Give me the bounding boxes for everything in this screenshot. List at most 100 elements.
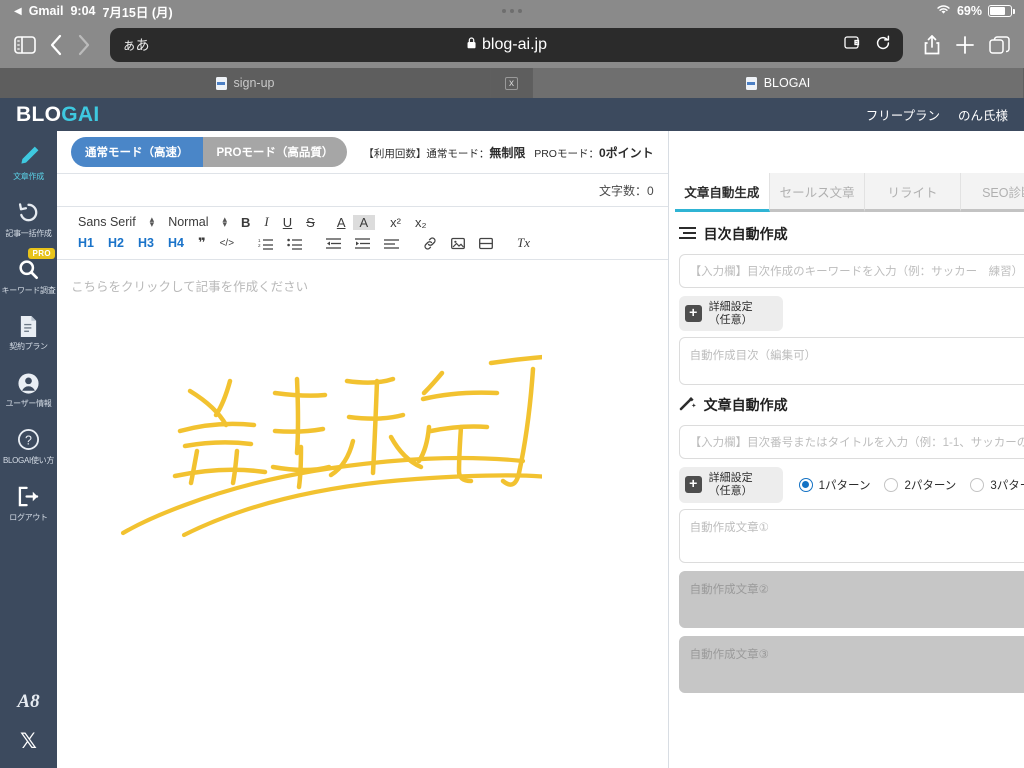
- back-chevron-icon[interactable]: [50, 34, 63, 56]
- toc-title-label: 目次自動作成: [703, 226, 788, 242]
- outdent-icon[interactable]: [319, 237, 348, 250]
- highlight-color-button[interactable]: A: [352, 214, 376, 230]
- superscript-button[interactable]: x²: [383, 215, 408, 230]
- italic-button[interactable]: I: [257, 214, 275, 230]
- clear-format-button[interactable]: Tx: [510, 235, 537, 251]
- back-to-app-arrow-icon[interactable]: ◀: [14, 6, 22, 17]
- tab-bunsho-jidou-seisei[interactable]: 文章自動生成: [674, 173, 770, 212]
- sidebar-item-kiji-ikkatsu[interactable]: 記事一括作成: [0, 200, 57, 239]
- font-family-select[interactable]: Sans Serif: [71, 215, 143, 229]
- toc-keyword-field[interactable]: 【入力欄】目次作成のキーワードを入力（例：サッカー 練習） 目次作成: [678, 254, 1024, 288]
- subscript-button[interactable]: x₂: [408, 215, 434, 230]
- tabs-overview-icon[interactable]: [989, 35, 1010, 55]
- toc-advanced-settings-button[interactable]: + 詳細設定（任意）: [678, 296, 783, 332]
- ordered-list-icon[interactable]: 12: [251, 237, 280, 250]
- browser-tab-signup[interactable]: sign-up: [0, 68, 491, 98]
- plus-icon[interactable]: [955, 35, 975, 55]
- share-icon[interactable]: [923, 34, 941, 56]
- article-output-2-textarea: 自動作成文章②: [678, 570, 1024, 628]
- font-family-chevron-icon[interactable]: ▴ ▾: [143, 215, 162, 229]
- sidebar-item-user-joho[interactable]: ユーザー情報: [0, 370, 57, 409]
- video-icon[interactable]: [472, 237, 500, 250]
- url-display: blog-ai.jp: [466, 36, 547, 54]
- font-size-chevron-icon[interactable]: ▴ ▾: [216, 215, 235, 229]
- forward-chevron-icon[interactable]: [77, 34, 90, 56]
- sidebar-item-keyword-chousa[interactable]: PRO キーワード調査: [0, 247, 57, 296]
- app-logo[interactable]: BLOGAI: [16, 103, 99, 127]
- bullet-list-icon[interactable]: [280, 237, 309, 250]
- back-to-app-label[interactable]: Gmail: [29, 4, 64, 18]
- strikethrough-button[interactable]: S: [299, 215, 322, 230]
- mode-normal-button[interactable]: 通常モード（高速）: [71, 137, 203, 167]
- heading-3-button[interactable]: H3: [131, 236, 161, 250]
- article-title-input[interactable]: 【入力欄】目次番号またはタイトルを入力（例：1-1、サッカーの練習方法: [690, 434, 1024, 450]
- heading-1-button[interactable]: H1: [71, 236, 101, 250]
- reload-icon[interactable]: [875, 35, 891, 56]
- char-count-label: 文字数：0: [598, 183, 654, 198]
- article-title-field[interactable]: 【入力欄】目次番号またはタイトルを入力（例：1-1、サッカーの練習方法 文章作成: [678, 425, 1024, 460]
- sidebar-item-bunsho-sakusei[interactable]: 文章作成: [0, 143, 57, 182]
- text-color-button[interactable]: A: [330, 215, 353, 230]
- logo-part-blo: BLO: [16, 102, 62, 126]
- article-output-1-textarea[interactable]: 自動作成文章①: [678, 508, 1024, 563]
- font-size-select[interactable]: Normal: [161, 215, 215, 229]
- link-icon[interactable]: [416, 236, 444, 250]
- address-bar[interactable]: ぁあ blog-ai.jp: [110, 28, 903, 62]
- align-icon[interactable]: [377, 237, 406, 250]
- browser-tab-title: BLOGAI: [763, 76, 811, 90]
- sidebar-item-label: ログアウト: [9, 512, 48, 522]
- text-size-button[interactable]: ぁあ: [122, 35, 150, 55]
- code-block-button[interactable]: </>: [213, 238, 241, 249]
- plan-label[interactable]: フリープラン: [866, 105, 940, 124]
- sidebar-item-blogai-tsukaikata[interactable]: ? BLOGAI使い方: [0, 427, 57, 466]
- radio-pattern-3[interactable]: 3パターン: [970, 477, 1024, 493]
- usage-info: 【利用回数】通常モード：無制限 PROモード：0ポイント: [363, 144, 653, 161]
- bold-button[interactable]: B: [234, 215, 257, 230]
- sidebar-item-keiyaku-plan[interactable]: 契約プラン: [0, 313, 57, 352]
- tab-sales-bunsho[interactable]: セールス文章: [769, 173, 866, 212]
- mode-pro-button[interactable]: PROモード（高品質）: [202, 137, 348, 167]
- pencil-icon: [17, 143, 41, 169]
- multitask-handle[interactable]: [502, 9, 522, 13]
- image-icon[interactable]: [444, 237, 472, 250]
- mode-toggle[interactable]: 通常モード（高速） PROモード（高品質）: [71, 137, 348, 167]
- app-shell: 文章作成 記事一括作成 PRO キーワード調査 契約プラン ユーザー情報 ? B…: [0, 131, 1024, 768]
- char-count-row: 文字数：0: [57, 173, 668, 207]
- svg-text:?: ?: [25, 434, 32, 448]
- radio-label: 3パターン: [990, 479, 1024, 492]
- status-bar-right: 69%: [936, 4, 1015, 18]
- wifi-icon: [936, 4, 951, 18]
- search-icon: [17, 257, 40, 283]
- a8-logo[interactable]: A8: [17, 691, 39, 713]
- user-name-label[interactable]: のん氏様: [958, 105, 1008, 124]
- sidebar-item-label: BLOGAI使い方: [2, 455, 55, 465]
- ios-status-bar: ◀ Gmail 9:04 7月15日 (月) 69%: [0, 0, 1024, 22]
- underline-button[interactable]: U: [276, 215, 299, 230]
- heading-4-button[interactable]: H4: [161, 236, 191, 250]
- radio-label: 2パターン: [904, 479, 957, 492]
- tab-seo-shindan[interactable]: SEO診断: [960, 173, 1024, 212]
- tab-rewrite[interactable]: リライト: [865, 173, 961, 212]
- address-bar-actions: [844, 35, 891, 56]
- toc-keyword-input[interactable]: 【入力欄】目次作成のキーワードを入力（例：サッカー 練習）: [690, 263, 1024, 279]
- sidebar-item-logout[interactable]: ログアウト: [0, 484, 57, 523]
- heading-2-button[interactable]: H2: [101, 236, 131, 250]
- blockquote-button[interactable]: ❞: [191, 235, 213, 251]
- article-advanced-settings-button[interactable]: + 詳細設定（任意）: [678, 467, 783, 503]
- toc-result-textarea[interactable]: 自動作成目次（編集可）: [678, 337, 1024, 386]
- extensions-icon[interactable]: [844, 35, 861, 55]
- radio-pattern-1[interactable]: 1パターン: [798, 477, 871, 493]
- sidebar-footer: A8 𝕏: [17, 691, 39, 768]
- toc-advanced-label: 詳細設定（任意）: [708, 301, 753, 326]
- document-icon: [18, 313, 39, 339]
- radio-pattern-2[interactable]: 2パターン: [884, 477, 956, 493]
- x-logo-icon[interactable]: 𝕏: [20, 729, 37, 754]
- status-bar-date: 7月15日 (月): [102, 5, 173, 20]
- tab-close-button[interactable]: x: [491, 68, 533, 98]
- editor-body-placeholder[interactable]: こちらをクリックして記事を作成ください: [57, 260, 668, 311]
- sidebar-toggle-icon[interactable]: [14, 36, 36, 54]
- radio-label: 1パターン: [818, 479, 871, 492]
- browser-tab-blogai[interactable]: BLOGAI: [533, 68, 1024, 98]
- app-header: BLOGAI フリープラン のん氏様: [0, 98, 1024, 131]
- indent-icon[interactable]: [348, 237, 377, 250]
